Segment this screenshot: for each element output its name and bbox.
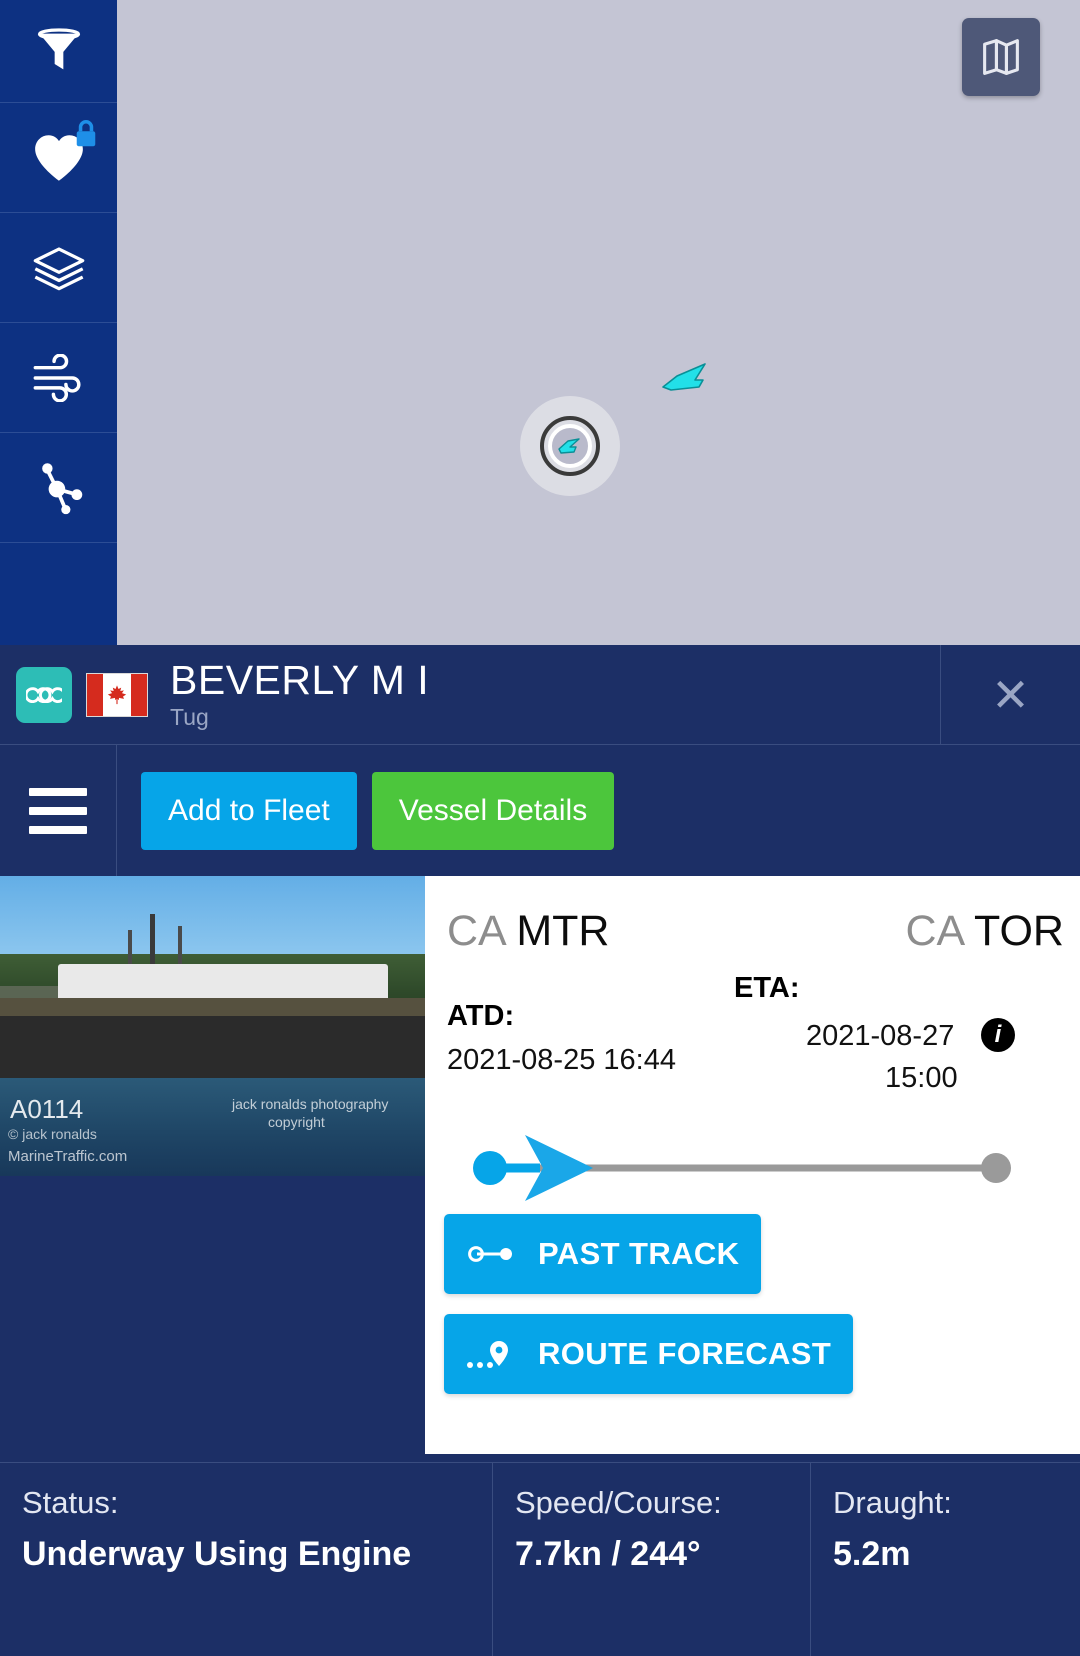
draught-cell: Draught: 5.2m [810, 1463, 1080, 1656]
sidebar-item-filter[interactable] [0, 0, 117, 103]
voyage-progress [425, 1122, 1080, 1214]
photo-watermark-copyright: copyright [268, 1114, 325, 1130]
vessel-title-text: BEVERLY M I Tug [148, 659, 429, 730]
draught-label: Draught: [833, 1485, 952, 1520]
voyage-ports: CA MTR CA TOR [425, 900, 1080, 972]
add-to-fleet-button[interactable]: Add to Fleet [141, 771, 357, 850]
voyage-action-buttons: PAST TRACK ROUTE FORECAST [425, 1214, 1080, 1394]
marker-outer-ring [540, 416, 600, 476]
voyage-card: CA MTR CA TOR ATD: 2021-08-25 16:44 ETA:… [425, 876, 1080, 1454]
titlebar-icons [0, 666, 148, 723]
vessel-status-bar: Status: Underway Using Engine Speed/Cour… [0, 1462, 1080, 1656]
origin-country: CA [447, 907, 505, 955]
flag-canada-icon [86, 672, 148, 717]
draught-value: 5.2m [833, 1535, 911, 1573]
close-panel-button[interactable]: ✕ [940, 645, 1080, 745]
vessel-name: BEVERLY M I [170, 656, 430, 703]
past-track-label: PAST TRACK [538, 1236, 740, 1271]
eta-time: 15:00 [885, 1062, 958, 1094]
network-icon [41, 462, 82, 514]
route-forecast-button[interactable]: ROUTE FORECAST [444, 1314, 854, 1394]
lock-glyph [76, 120, 96, 147]
route-forecast-label: ROUTE FORECAST [538, 1336, 832, 1371]
vessel-photo[interactable]: A0114 © jack ronalds MarineTraffic.com j… [0, 876, 425, 1176]
info-icon[interactable]: i [981, 1018, 1015, 1052]
photo-watermark-site: MarineTraffic.com [8, 1148, 128, 1165]
vessel-details-button[interactable]: Vessel Details [371, 771, 615, 850]
nearby-vessel-marker[interactable] [655, 360, 711, 400]
wind-icon [33, 353, 81, 402]
photo-watermark-credit: jack ronalds photography [232, 1096, 389, 1112]
map-view[interactable] [0, 0, 1080, 645]
sidebar-item-weather[interactable] [0, 323, 117, 433]
vessel-info-panel: BEVERLY M I Tug ✕ Add to Fleet Vessel De… [0, 645, 1080, 1656]
status-value: Underway Using Engine [22, 1535, 412, 1573]
hamburger-bars [29, 787, 87, 834]
speed-course-value: 7.7kn / 244° [515, 1535, 701, 1573]
destination-port[interactable]: CA TOR [905, 910, 1064, 953]
atd-label: ATD: [447, 1000, 515, 1032]
maple-leaf-glyph [107, 684, 127, 704]
chain-glyph [26, 686, 62, 703]
eta-label: ETA: [734, 972, 800, 1004]
route-pin-icon [467, 1341, 508, 1368]
layers-icon [33, 246, 84, 290]
photo-mast-right [178, 926, 182, 968]
status-cell: Status: Underway Using Engine [0, 1463, 492, 1656]
selected-vessel-marker[interactable] [520, 396, 620, 496]
sidebar-item-density[interactable] [0, 433, 117, 543]
photo-mast-left [128, 930, 132, 968]
map-layers-icon[interactable] [962, 18, 1040, 96]
voyage-times: ATD: 2021-08-25 16:44 ETA: 2021-08-27 15… [425, 972, 1080, 1122]
status-label: Status: [22, 1485, 119, 1520]
map-tools-sidebar [0, 0, 117, 645]
photo-watermark-id: A0114 [10, 1094, 84, 1124]
map-canvas[interactable] [120, 0, 1080, 645]
atd-value: 2021-08-25 16:44 [447, 1044, 676, 1076]
photo-mast-main [150, 914, 155, 968]
chain-link-icon[interactable] [16, 666, 72, 723]
map-fold-icon [983, 39, 1019, 75]
progress-origin-dot [473, 1151, 507, 1185]
sidebar-item-layers[interactable] [0, 213, 117, 323]
progress-destination-dot [981, 1153, 1011, 1183]
vessel-arrow-icon [558, 438, 580, 454]
sidebar-empty-space [0, 543, 117, 643]
vessel-type: Tug [170, 703, 209, 730]
marine-traffic-app: BEVERLY M I Tug ✕ Add to Fleet Vessel De… [0, 0, 1080, 1656]
track-line-icon [468, 1246, 512, 1262]
vessel-action-bar: Add to Fleet Vessel Details [0, 745, 1080, 876]
origin-code: MTR [516, 907, 610, 955]
close-icon: ✕ [991, 669, 1030, 721]
eta-date: 2021-08-27 [806, 1020, 955, 1052]
vessel-body: A0114 © jack ronalds MarineTraffic.com j… [0, 876, 1080, 1454]
marker-inner-ring [548, 424, 592, 468]
origin-port[interactable]: CA MTR [447, 910, 609, 953]
lock-icon [73, 119, 99, 154]
voyage-progress-bar [473, 1135, 1011, 1201]
speed-course-cell: Speed/Course: 7.7kn / 244° [492, 1463, 810, 1656]
sidebar-item-fleet[interactable] [0, 103, 117, 213]
past-track-button[interactable]: PAST TRACK [444, 1214, 762, 1294]
funnel-icon [37, 28, 80, 70]
photo-panel-filler [0, 1176, 425, 1454]
speed-course-label: Speed/Course: [515, 1485, 722, 1520]
hamburger-menu-icon[interactable] [0, 745, 117, 876]
destination-country: CA [905, 907, 963, 955]
vessel-titlebar: BEVERLY M I Tug ✕ [0, 645, 1080, 745]
photo-watermark-author: © jack ronalds [8, 1126, 97, 1142]
photo-hull [0, 1016, 425, 1078]
destination-code: TOR [974, 907, 1064, 955]
